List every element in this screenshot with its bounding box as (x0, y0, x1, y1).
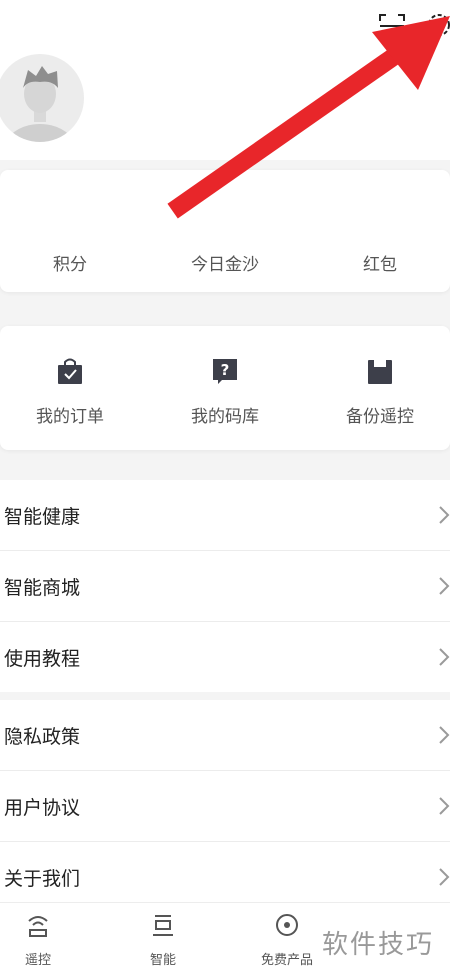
menu-item-privacy-policy[interactable]: 隐私政策 (0, 700, 450, 771)
chevron-right-icon (439, 726, 450, 744)
backup-remote-label: 备份遥控 (346, 407, 414, 427)
quick-actions-card: 我的订单 ? 我的码库 备份遥控 (0, 326, 450, 450)
chevron-right-icon (439, 868, 450, 886)
chevron-right-icon (439, 648, 450, 666)
clipboard-icon (365, 356, 395, 386)
remote-signal-icon (28, 916, 48, 937)
my-code-library-label: 我的码库 (191, 407, 259, 427)
tab-remote[interactable]: 遥控 (0, 911, 78, 968)
smart-device-icon (153, 915, 173, 936)
menu-item-user-agreement[interactable]: 用户协议 (0, 771, 450, 842)
tab-label: 遥控 (24, 953, 51, 968)
red-packet-stat[interactable]: 红包 (305, 250, 450, 275)
circle-dot-icon (276, 914, 298, 936)
my-orders-button[interactable]: 我的订单 (0, 356, 145, 427)
tab-label: 免费产品 (260, 953, 313, 968)
menu-item-label: 关于我们 (4, 868, 81, 890)
backup-remote-button[interactable]: 备份遥控 (305, 356, 450, 427)
stats-card: 积分 今日金沙 红包 (0, 170, 450, 292)
tab-label: 智能 (149, 953, 176, 968)
chevron-right-icon (439, 797, 450, 815)
chevron-right-icon (439, 506, 450, 524)
menu-item-label: 用户协议 (4, 797, 81, 819)
menu-item-tutorial[interactable]: 使用教程 (0, 622, 450, 692)
menu-group-1: 智能健康 智能商城 使用教程 (0, 480, 450, 692)
chevron-right-icon (439, 577, 450, 595)
menu-item-smart-mall[interactable]: 智能商城 (0, 551, 450, 622)
my-orders-label: 我的订单 (36, 407, 104, 427)
shopping-bag-icon (55, 356, 85, 386)
menu-group-2: 隐私政策 用户协议 关于我们 (0, 700, 450, 912)
question-box-icon: ? (210, 356, 240, 386)
menu-item-label: 智能健康 (4, 506, 81, 528)
menu-item-label: 使用教程 (4, 648, 81, 670)
menu-item-label: 智能商城 (4, 577, 81, 599)
points-stat[interactable]: 积分 (0, 250, 145, 275)
profile-header (0, 0, 450, 160)
today-gold-stat[interactable]: 今日金沙 (150, 250, 300, 275)
menu-item-smart-health[interactable]: 智能健康 (0, 480, 450, 551)
scan-icon[interactable] (378, 12, 406, 40)
menu-item-label: 隐私政策 (4, 726, 81, 748)
avatar[interactable] (0, 54, 84, 142)
tab-free-products[interactable]: 免费产品 (247, 911, 327, 968)
gear-icon[interactable] (424, 10, 450, 40)
tab-smart[interactable]: 智能 (123, 911, 203, 968)
svg-text:?: ? (221, 361, 230, 379)
watermark: 软件技巧 (316, 922, 450, 968)
my-code-library-button[interactable]: ? 我的码库 (150, 356, 300, 427)
